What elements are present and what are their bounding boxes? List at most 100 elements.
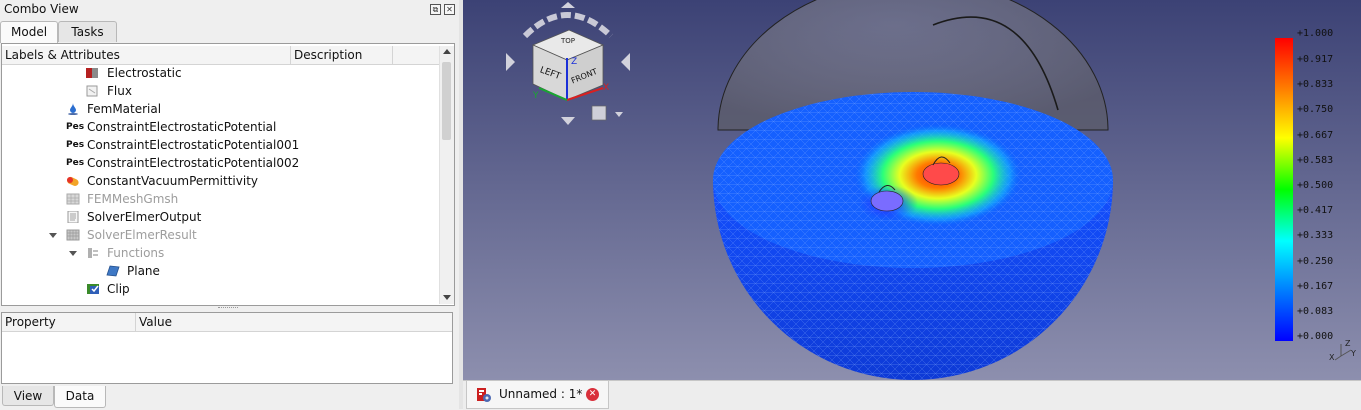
axis-z-label: Z: [571, 57, 577, 67]
nav-left-arrow-icon: [506, 53, 515, 71]
tree-item-label: Plane: [127, 264, 160, 278]
potential-constraint-icon: Pes: [66, 122, 85, 132]
column-property[interactable]: Property: [2, 313, 136, 331]
splitter-handle[interactable]: [218, 307, 238, 310]
tree-item-label: Functions: [107, 246, 165, 260]
flux-icon: [86, 85, 98, 97]
tree-item-femmaterial[interactable]: FemMaterial: [2, 100, 440, 118]
tree-item-functions[interactable]: Functions: [2, 244, 440, 262]
tree-item-label: ConstraintElectrostaticPotential001: [87, 138, 300, 152]
legend-label: +0.750: [1297, 104, 1334, 115]
scroll-thumb[interactable]: [442, 62, 451, 140]
color-legend-bar: [1275, 38, 1293, 341]
column-description[interactable]: Description: [291, 46, 393, 64]
plane-icon: [106, 265, 120, 277]
potential-constraint-icon: Pes: [66, 158, 85, 168]
result-grid-icon: [66, 229, 80, 241]
chevron-down-icon[interactable]: [49, 233, 57, 238]
corner-axis-x: X: [1329, 353, 1335, 362]
combo-view-panel: Combo View ⧉ ✕ Model Tasks Labels & Attr…: [0, 0, 459, 409]
tab-tasks[interactable]: Tasks: [58, 21, 117, 42]
legend-label: +0.833: [1297, 79, 1334, 90]
document-tab[interactable]: Unnamed : 1* ✕: [466, 381, 609, 409]
corner-axis-y: Y: [1350, 349, 1356, 358]
legend-label: +0.083: [1297, 306, 1334, 317]
tree-item-solver-elmer-output[interactable]: SolverElmerOutput: [2, 208, 440, 226]
legend-label: +0.333: [1297, 230, 1334, 241]
navcube-menu-icon: [591, 105, 607, 121]
close-panel-icon[interactable]: ✕: [444, 4, 455, 15]
document-tab-label: Unnamed : 1*: [499, 387, 583, 401]
tree-item-label: SolverElmerResult: [87, 228, 197, 242]
material-drop-icon: [68, 103, 78, 115]
tab-model[interactable]: Model: [0, 21, 58, 43]
document-tab-bar: Unnamed : 1* ✕: [463, 380, 1361, 410]
legend-label: +0.667: [1297, 130, 1334, 141]
legend-label: +0.583: [1297, 155, 1334, 166]
electrostatic-icon: [86, 68, 98, 78]
tree-item-electrostatic[interactable]: Electrostatic: [2, 64, 440, 82]
tree-item-solver-elmer-result[interactable]: SolverElmerResult: [2, 226, 440, 244]
axis-x-label: X: [603, 83, 609, 93]
tree-item-plane[interactable]: Plane: [2, 262, 440, 280]
legend-label: +1.000: [1297, 28, 1334, 39]
nav-up-arrow-icon: [561, 2, 575, 8]
model-tree: Labels & Attributes Description Electros…: [1, 43, 455, 306]
tree-item-clip[interactable]: Clip: [2, 280, 440, 298]
tree-item-label: FEMMeshGmsh: [87, 192, 179, 206]
nav-right-arrow-icon: [621, 53, 630, 71]
text-document-icon: [67, 211, 79, 223]
combo-view-title: Combo View: [4, 2, 79, 16]
tab-view[interactable]: View: [2, 386, 54, 406]
electrode-positive: [922, 162, 960, 186]
tree-scrollbar[interactable]: [439, 46, 454, 304]
tree-item-constraint-potential[interactable]: Pes ConstraintElectrostaticPotential: [2, 118, 440, 136]
nav-down-arrow-icon: [561, 117, 575, 125]
tree-item-label: ConstraintElectrostaticPotential002: [87, 156, 300, 170]
potential-constraint-icon: Pes: [66, 140, 85, 150]
tree-item-fem-mesh-gmsh[interactable]: FEMMeshGmsh: [2, 190, 440, 208]
column-value[interactable]: Value: [136, 313, 452, 331]
axis-y-label: Y: [532, 91, 539, 101]
functions-icon: [88, 248, 98, 258]
scroll-up-icon[interactable]: [443, 49, 451, 54]
navcube-dropdown-icon: [615, 112, 623, 117]
legend-label: +0.250: [1297, 256, 1334, 267]
tree-item-label: Flux: [107, 84, 132, 98]
tree-item-constraint-potential-001[interactable]: Pes ConstraintElectrostaticPotential001: [2, 136, 440, 154]
property-header: Property Value: [2, 313, 452, 332]
tab-data[interactable]: Data: [54, 386, 106, 408]
undock-icon[interactable]: ⧉: [430, 4, 441, 15]
navigation-cube[interactable]: TOP LEFT FRONT Z X Y: [506, 2, 630, 125]
tree-item-flux[interactable]: Flux: [2, 82, 440, 100]
3d-viewport[interactable]: TOP LEFT FRONT Z X Y Z Y X: [463, 0, 1361, 380]
legend-label: +0.417: [1297, 205, 1334, 216]
chevron-down-icon[interactable]: [69, 251, 77, 256]
navcube-top-label: TOP: [560, 37, 575, 45]
mesh-icon: [66, 193, 80, 205]
legend-label: +0.500: [1297, 180, 1334, 191]
tree-item-label: ConstantVacuumPermittivity: [87, 174, 258, 188]
tree-item-label: Clip: [107, 282, 130, 296]
tree-header: Labels & Attributes Description: [2, 46, 440, 65]
tree-item-constant-vacuum-permittivity[interactable]: ConstantVacuumPermittivity: [2, 172, 440, 190]
legend-label: +0.000: [1297, 331, 1334, 342]
legend-label: +0.167: [1297, 281, 1334, 292]
column-labels-attributes[interactable]: Labels & Attributes: [2, 46, 291, 64]
corner-axis-indicator: Z Y X: [1329, 339, 1356, 362]
scroll-down-icon[interactable]: [443, 295, 451, 300]
freecad-document-icon: [477, 388, 491, 402]
legend-label: +0.917: [1297, 54, 1334, 65]
clip-icon: [87, 284, 99, 294]
tree-item-label: ConstraintElectrostaticPotential: [87, 120, 277, 134]
fem-result-render[interactable]: TOP LEFT FRONT Z X Y Z Y X: [463, 0, 1361, 380]
tree-item-label: SolverElmerOutput: [87, 210, 202, 224]
close-icon[interactable]: ✕: [586, 388, 599, 401]
tree-item-label: Electrostatic: [107, 66, 182, 80]
tree-item-label: FemMaterial: [87, 102, 162, 116]
permittivity-icon: [67, 176, 79, 187]
tree-item-constraint-potential-002[interactable]: Pes ConstraintElectrostaticPotential002: [2, 154, 440, 172]
property-view: Property Value: [1, 312, 453, 384]
corner-axis-z: Z: [1345, 339, 1351, 348]
electrode-ground: [870, 190, 904, 212]
